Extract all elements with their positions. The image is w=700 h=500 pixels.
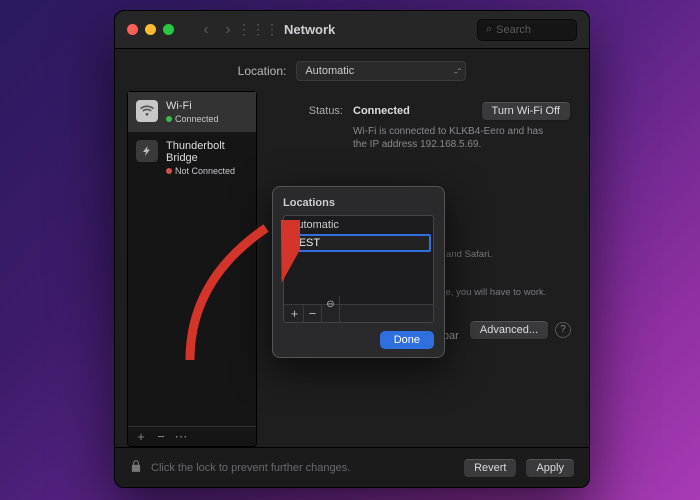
location-row: Location: Automatic (115, 49, 589, 91)
window-title: Network (284, 22, 335, 37)
thunderbolt-icon (136, 140, 158, 162)
done-button[interactable]: Done (380, 331, 434, 349)
zoom-icon[interactable] (163, 24, 174, 35)
locations-sheet: Locations Automatic TEST + − ⊖ ⌄ Done (272, 186, 445, 358)
close-icon[interactable] (127, 24, 138, 35)
back-icon[interactable]: ‹ (198, 20, 214, 40)
lock-text: Click the lock to prevent further change… (151, 462, 350, 474)
titlebar: ‹ › ⋮⋮⋮ Network ⌕ Search (115, 11, 589, 49)
status-dot-icon (166, 116, 172, 122)
lock-icon[interactable] (129, 459, 143, 476)
search-placeholder: Search (496, 24, 531, 36)
search-input[interactable]: ⌕ Search (477, 19, 577, 41)
status-detail: Wi-Fi is connected to KLKB4-Eero and has… (353, 125, 553, 151)
status-label: Status: (273, 105, 343, 117)
status-value: Connected (353, 105, 410, 117)
nav-buttons: ‹ › (198, 20, 236, 40)
apply-button[interactable]: Apply (525, 458, 575, 478)
locations-title: Locations (283, 197, 434, 209)
location-selected: Automatic (305, 65, 354, 77)
location-select[interactable]: Automatic (296, 61, 466, 81)
advanced-button[interactable]: Advanced... (469, 320, 549, 340)
location-label: Location: (238, 64, 287, 78)
location-item[interactable]: Automatic (284, 216, 433, 234)
traffic-lights (127, 24, 174, 35)
locations-toolbar: + − ⊖ ⌄ (284, 304, 433, 322)
more-interface-button[interactable]: ⋯ (172, 429, 190, 445)
remove-interface-button[interactable]: − (152, 429, 170, 444)
add-interface-button[interactable]: + (132, 429, 150, 444)
sidebar-item-label: Wi-Fi (166, 100, 219, 112)
more-location-button[interactable]: ⊖ ⌄ (322, 296, 340, 324)
remove-location-button[interactable]: − (304, 305, 322, 323)
show-all-icon[interactable]: ⋮⋮⋮ (250, 22, 266, 38)
sidebar-item-label: Thunderbolt Bridge (166, 140, 248, 164)
help-icon[interactable]: ? (555, 322, 571, 338)
turn-wifi-off-button[interactable]: Turn Wi-Fi Off (481, 101, 571, 121)
sidebar-footer: + − ⋯ (128, 426, 256, 446)
sidebar-item-wifi[interactable]: Wi-Fi Connected (128, 92, 256, 132)
interface-sidebar: Wi-Fi Connected Thunderbolt Bridge Not C… (127, 91, 257, 447)
status-row: Status: Connected Turn Wi-Fi Off (273, 101, 571, 121)
revert-button[interactable]: Revert (463, 458, 517, 478)
search-icon: ⌕ (486, 23, 492, 36)
locations-list: Automatic TEST + − ⊖ ⌄ (283, 215, 434, 323)
location-edit-field[interactable]: TEST (286, 234, 431, 252)
sidebar-item-thunderbolt[interactable]: Thunderbolt Bridge Not Connected (128, 132, 256, 184)
minimize-icon[interactable] (145, 24, 156, 35)
status-dot-icon (166, 168, 172, 174)
add-location-button[interactable]: + (286, 305, 304, 323)
forward-icon[interactable]: › (220, 20, 236, 40)
wifi-icon (136, 100, 158, 122)
window-footer: Click the lock to prevent further change… (115, 447, 589, 487)
